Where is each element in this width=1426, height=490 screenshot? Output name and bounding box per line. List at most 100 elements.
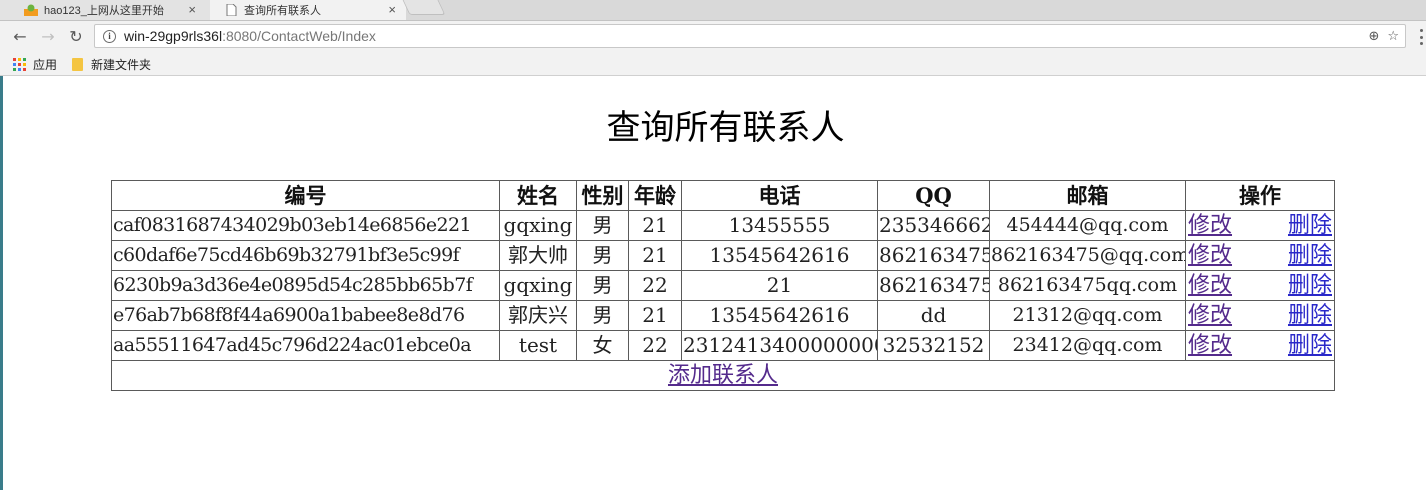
table-row: caf0831687434029b03eb14e6856e221 gqxing … (111, 210, 1335, 241)
bookmark-label: 新建文件夹 (91, 57, 152, 72)
new-tab-button[interactable] (402, 0, 446, 15)
browser-toolbar: ← → ↻ i win-29gp9rls36l:8080/ContactWeb/… (0, 21, 1426, 53)
folder-icon (72, 57, 83, 71)
back-icon[interactable]: ← (9, 25, 31, 47)
cell-qq: 32532152 (877, 330, 990, 361)
cell-id: e76ab7b68f8f44a6900a1babee8e8d76 (111, 300, 500, 331)
column-header-actions: 操作 (1185, 180, 1335, 211)
omnibox-actions: ⊕ ☆ (1368, 25, 1399, 47)
cell-age: 22 (628, 270, 682, 301)
hao123-favicon-icon (24, 4, 38, 16)
cell-phone: 13545642616 (681, 240, 878, 271)
cell-qq: 862163475 (877, 240, 990, 271)
close-tab-icon[interactable]: × (188, 0, 196, 20)
close-tab-icon[interactable]: × (388, 0, 396, 20)
column-header-gender: 性别 (576, 180, 629, 211)
cell-qq: dd (877, 300, 990, 331)
page-title: 查询所有联系人 (606, 108, 845, 148)
table-footer-row: 添加联系人 (111, 360, 1335, 391)
cell-id: 6230b9a3d36e4e0895d54c285bb65b7f (111, 270, 500, 301)
delete-link[interactable]: 删除 (1288, 302, 1332, 330)
cell-age: 21 (628, 240, 682, 271)
browser-menu-icon[interactable] (1420, 29, 1424, 45)
cell-actions: 修改 删除 (1185, 210, 1335, 241)
delete-link[interactable]: 删除 (1288, 242, 1332, 270)
cell-age: 21 (628, 210, 682, 241)
cell-name: gqxing (499, 210, 577, 241)
tab-hao123[interactable]: hao123_上网从这里开始 × (0, 0, 210, 20)
column-header-name: 姓名 (499, 180, 577, 211)
cell-qq: 235346662 (877, 210, 990, 241)
cell-gender: 女 (576, 330, 629, 361)
cell-name: 郭庆兴 (499, 300, 577, 331)
cell-actions: 修改 删除 (1185, 330, 1335, 361)
add-contact-cell: 添加联系人 (111, 360, 1335, 391)
bookmark-star-icon[interactable]: ☆ (1387, 29, 1399, 44)
table-row: 6230b9a3d36e4e0895d54c285bb65b7f gqxing … (111, 270, 1335, 301)
column-header-qq: QQ (877, 180, 990, 211)
edit-link[interactable]: 修改 (1188, 302, 1232, 330)
bookmark-new-folder[interactable]: 新建文件夹 (72, 53, 151, 75)
url-path: :8080/ContactWeb/Index (222, 28, 376, 44)
table-row: e76ab7b68f8f44a6900a1babee8e8d76 郭庆兴 男 2… (111, 300, 1335, 331)
cell-gender: 男 (576, 270, 629, 301)
delete-link[interactable]: 删除 (1288, 212, 1332, 240)
cell-id: caf0831687434029b03eb14e6856e221 (111, 210, 500, 241)
cell-actions: 修改 删除 (1185, 240, 1335, 271)
edit-link[interactable]: 修改 (1188, 332, 1232, 360)
edit-link[interactable]: 修改 (1188, 242, 1232, 270)
cell-phone: 13455555 (681, 210, 878, 241)
edit-link[interactable]: 修改 (1188, 212, 1232, 240)
delete-link[interactable]: 删除 (1288, 272, 1332, 300)
column-header-phone: 电话 (681, 180, 878, 211)
cell-email: 454444@qq.com (989, 210, 1186, 241)
bookmark-apps[interactable]: 应用 (13, 53, 57, 75)
cell-actions: 修改 删除 (1185, 270, 1335, 301)
edit-link[interactable]: 修改 (1188, 272, 1232, 300)
table-row: c60daf6e75cd46b69b32791bf3e5c99f 郭大帅 男 2… (111, 240, 1335, 271)
table-row: aa55511647ad45c796d224ac01ebce0a test 女 … (111, 330, 1335, 361)
table-header-row: 编号 姓名 性别 年龄 电话 QQ 邮箱 操作 (111, 180, 1335, 211)
page-content: 查询所有联系人 编号 姓名 性别 年龄 电话 QQ 邮箱 操作 caf08316… (3, 76, 1426, 490)
cell-phone: 21 (681, 270, 878, 301)
bookmark-label: 应用 (33, 57, 58, 72)
cell-name: 郭大帅 (499, 240, 577, 271)
cell-actions: 修改 删除 (1185, 300, 1335, 331)
tab-strip: hao123_上网从这里开始 × 查询所有联系人 × (0, 0, 1426, 21)
tab-title: hao123_上网从这里开始 (44, 5, 164, 17)
cell-phone: 2312413400000000 (681, 330, 878, 361)
forward-icon[interactable]: → (37, 25, 59, 47)
url-host: win-29gp9rls36l (124, 28, 223, 44)
tab-title: 查询所有联系人 (244, 5, 321, 17)
cell-age: 21 (628, 300, 682, 331)
column-header-email: 邮箱 (989, 180, 1186, 211)
reload-icon[interactable]: ↻ (65, 25, 87, 47)
tab-contacts[interactable]: 查询所有联系人 × (210, 0, 406, 20)
cell-email: 23412@qq.com (989, 330, 1186, 361)
cell-qq: 862163475 (877, 270, 990, 301)
column-header-id: 编号 (111, 180, 500, 211)
document-favicon-icon (226, 4, 237, 16)
zoom-icon[interactable]: ⊕ (1368, 29, 1379, 44)
column-header-age: 年龄 (628, 180, 682, 211)
cell-email: 862163475@qq.com (989, 240, 1186, 271)
delete-link[interactable]: 删除 (1288, 332, 1332, 360)
address-bar[interactable]: i win-29gp9rls36l:8080/ContactWeb/Index … (94, 24, 1406, 48)
cell-gender: 男 (576, 240, 629, 271)
apps-icon (13, 57, 26, 71)
site-info-icon[interactable]: i (103, 29, 116, 43)
cell-age: 22 (628, 330, 682, 361)
cell-id: c60daf6e75cd46b69b32791bf3e5c99f (111, 240, 500, 271)
cell-id: aa55511647ad45c796d224ac01ebce0a (111, 330, 500, 361)
add-contact-link[interactable]: 添加联系人 (668, 363, 778, 388)
cell-name: test (499, 330, 577, 361)
url-text: win-29gp9rls36l:8080/ContactWeb/Index (124, 28, 376, 44)
cell-gender: 男 (576, 300, 629, 331)
contacts-table: 编号 姓名 性别 年龄 电话 QQ 邮箱 操作 caf0831687434029… (111, 180, 1335, 391)
cell-email: 862163475qq.com (989, 270, 1186, 301)
cell-name: gqxing (499, 270, 577, 301)
bookmarks-bar: 应用 新建文件夹 (0, 53, 1426, 76)
cell-gender: 男 (576, 210, 629, 241)
cell-phone: 13545642616 (681, 300, 878, 331)
cell-email: 21312@qq.com (989, 300, 1186, 331)
